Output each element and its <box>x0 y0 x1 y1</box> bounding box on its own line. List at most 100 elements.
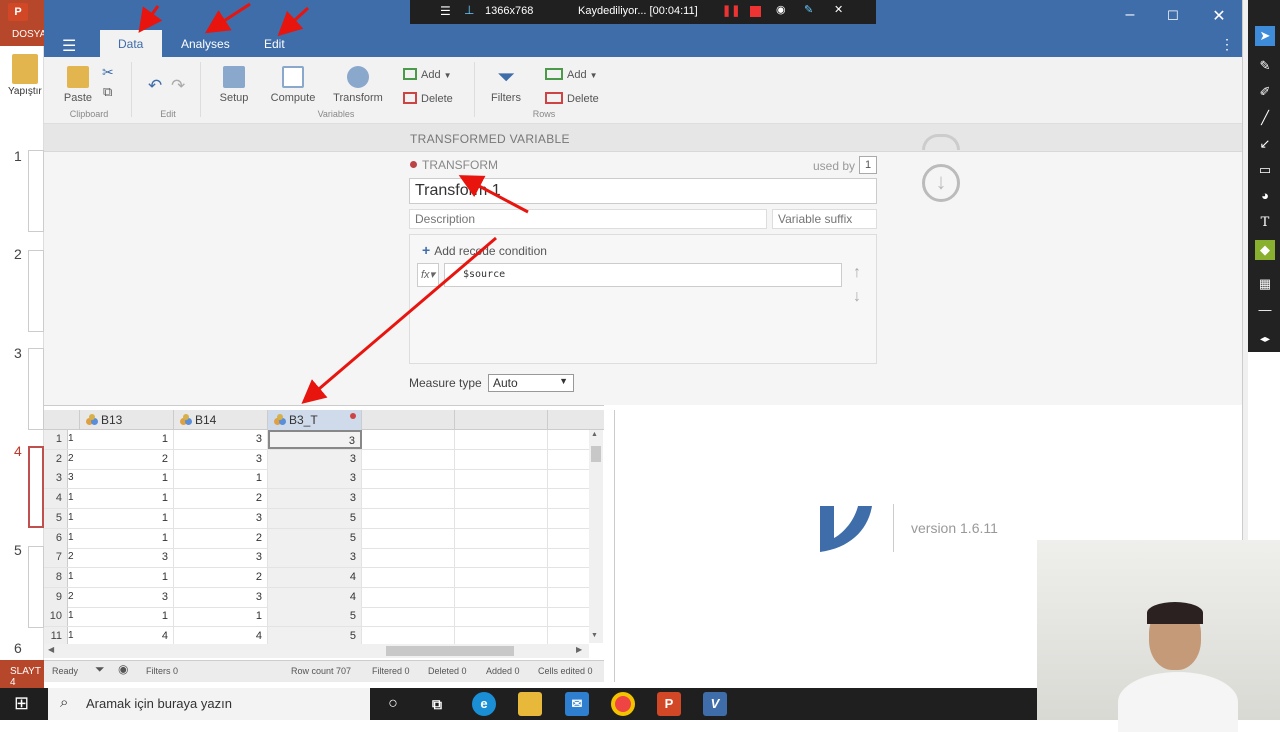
cell-b14[interactable]: 2 <box>174 489 268 509</box>
add-variable-button[interactable]: Add ▼ <box>403 68 452 81</box>
windows-start-icon[interactable]: ⊞ <box>14 693 29 714</box>
cell-b14[interactable]: 2 <box>174 567 268 587</box>
compute-button[interactable]: Compute <box>268 66 318 104</box>
cell-b14[interactable]: 3 <box>174 508 268 528</box>
cell-b13[interactable]: 1 <box>80 508 174 528</box>
filters-button[interactable]: ⏷ Filters <box>481 66 531 105</box>
empty-cell[interactable] <box>455 587 548 607</box>
slide-thumbnail[interactable] <box>28 150 44 232</box>
empty-cell[interactable] <box>362 489 455 509</box>
cut-icon[interactable]: ✂ <box>102 64 114 81</box>
table-row[interactable]: 72333 <box>44 548 589 569</box>
empty-cell[interactable] <box>455 508 548 528</box>
hidden-column-cell[interactable]: 1 <box>68 512 74 523</box>
transform-button[interactable]: Transform <box>331 66 385 104</box>
empty-cell[interactable] <box>455 449 548 469</box>
empty-cell[interactable] <box>362 528 455 548</box>
vertical-scroll-thumb[interactable] <box>591 446 601 462</box>
more-options-icon[interactable]: ⋮ <box>1220 36 1234 53</box>
hidden-column-cell[interactable]: 1 <box>68 610 74 621</box>
cell-b3-t[interactable]: 5 <box>268 508 362 528</box>
text-tool-icon[interactable]: T <box>1255 213 1275 233</box>
table-row[interactable]: 22233 <box>44 449 589 470</box>
scroll-left-icon[interactable]: ◀ <box>48 645 54 654</box>
empty-cell[interactable] <box>362 430 455 449</box>
file-explorer-icon[interactable] <box>518 692 542 716</box>
cell-b13[interactable]: 1 <box>80 607 174 627</box>
expand-arrows-icon[interactable]: ◂▸ <box>1255 330 1275 350</box>
scroll-down-circle-icon[interactable]: ↓ <box>922 164 960 202</box>
task-view-icon[interactable]: ⧉ <box>425 692 449 716</box>
line-tool-icon[interactable]: ╱ <box>1255 108 1275 128</box>
slide-thumbnail[interactable] <box>28 546 44 628</box>
add-row-button[interactable]: Add ▼ <box>545 68 598 81</box>
hidden-column-cell[interactable]: 1 <box>68 492 74 503</box>
cell-b13[interactable]: 3 <box>80 587 174 607</box>
camera-icon[interactable]: ◉ <box>776 3 786 16</box>
taskbar-search-box[interactable]: Aramak için buraya yazın <box>48 688 370 720</box>
undo-icon[interactable]: ↶ <box>148 76 162 96</box>
cell-b14[interactable]: 3 <box>174 548 268 568</box>
column-header-b14[interactable]: B14 <box>174 410 268 430</box>
cell-b3-t[interactable]: 5 <box>268 528 362 548</box>
slide-thumbnail-selected[interactable] <box>28 446 44 528</box>
cortana-icon[interactable]: ○ <box>381 692 405 716</box>
recorder-close-icon[interactable]: ✕ <box>834 3 843 16</box>
powerpoint-paste-icon[interactable] <box>12 54 38 84</box>
function-icon[interactable]: fx▾ <box>417 263 439 287</box>
cell-b13[interactable]: 1 <box>80 430 174 449</box>
cell-b14[interactable]: 3 <box>174 587 268 607</box>
move-down-icon[interactable]: ↓ <box>853 288 861 306</box>
used-by-count-badge[interactable]: 1 <box>859 156 877 174</box>
recorder-menu-icon[interactable]: ☰ <box>440 4 451 18</box>
rectangle-tool-icon[interactable]: ▭ <box>1255 160 1275 180</box>
close-icon[interactable]: ✕ <box>1209 6 1229 26</box>
arrow-tool-icon[interactable]: ↙ <box>1255 134 1275 154</box>
pen-tool-icon[interactable]: ✎ <box>1255 56 1275 76</box>
pause-icon[interactable]: ❚❚ <box>722 4 740 17</box>
pen-icon[interactable]: ✎ <box>804 3 813 16</box>
transform-name-input[interactable]: Transform 1 <box>409 178 877 204</box>
edge-browser-icon[interactable]: e <box>472 692 496 716</box>
column-header-b13[interactable]: B13 <box>80 410 174 430</box>
jamovi-taskbar-icon[interactable]: V <box>703 692 727 716</box>
move-up-icon[interactable]: ↑ <box>853 264 861 282</box>
cursor-tool-icon[interactable]: ➤ <box>1255 26 1275 46</box>
empty-cell[interactable] <box>362 449 455 469</box>
table-row[interactable]: 81124 <box>44 567 589 588</box>
chrome-icon[interactable] <box>611 692 635 716</box>
hidden-column-cell[interactable]: 2 <box>68 551 74 562</box>
table-row[interactable]: 51135 <box>44 508 589 529</box>
empty-cell[interactable] <box>455 430 548 449</box>
hidden-column-cell[interactable]: 3 <box>68 472 74 483</box>
redo-icon[interactable]: ↷ <box>171 76 185 96</box>
hidden-column-cell[interactable]: 1 <box>68 532 74 543</box>
eye-icon[interactable]: ◉ <box>118 662 128 676</box>
cell-b13[interactable]: 1 <box>80 567 174 587</box>
cell-b14[interactable]: 2 <box>174 528 268 548</box>
hidden-column-cell[interactable]: 1 <box>68 630 74 641</box>
table-row[interactable]: 92334 <box>44 587 589 608</box>
marker-tool-icon[interactable]: ✐ <box>1255 82 1275 102</box>
maximize-icon[interactable]: ☐ <box>1163 8 1183 24</box>
empty-cell[interactable] <box>362 508 455 528</box>
cell-b14[interactable]: 3 <box>174 449 268 469</box>
slide-thumbnail[interactable] <box>28 250 44 332</box>
empty-cell[interactable] <box>455 548 548 568</box>
cell-b3-t[interactable]: 4 <box>268 587 362 607</box>
horizontal-scroll-thumb[interactable] <box>386 646 514 656</box>
stop-icon[interactable] <box>750 6 761 17</box>
empty-cell[interactable] <box>455 528 548 548</box>
cell-b14[interactable]: 1 <box>174 607 268 627</box>
tab-data[interactable]: Data <box>100 30 162 57</box>
checker-tool-icon[interactable]: ▦ <box>1255 274 1275 294</box>
cell-b14[interactable]: 3 <box>174 430 268 449</box>
line-width-icon[interactable]: — <box>1255 300 1275 320</box>
color-palette-icon[interactable]: ◕ <box>1255 186 1275 206</box>
empty-cell[interactable] <box>362 607 455 627</box>
cell-b3-t[interactable]: 3 <box>268 548 362 568</box>
cell-b14[interactable]: 1 <box>174 469 268 489</box>
cell-b3-t[interactable]: 3 <box>268 469 362 489</box>
table-row[interactable]: 10 1 1 1 5 <box>44 607 589 628</box>
powerpoint-file-tab[interactable]: DOSYA <box>0 24 46 46</box>
